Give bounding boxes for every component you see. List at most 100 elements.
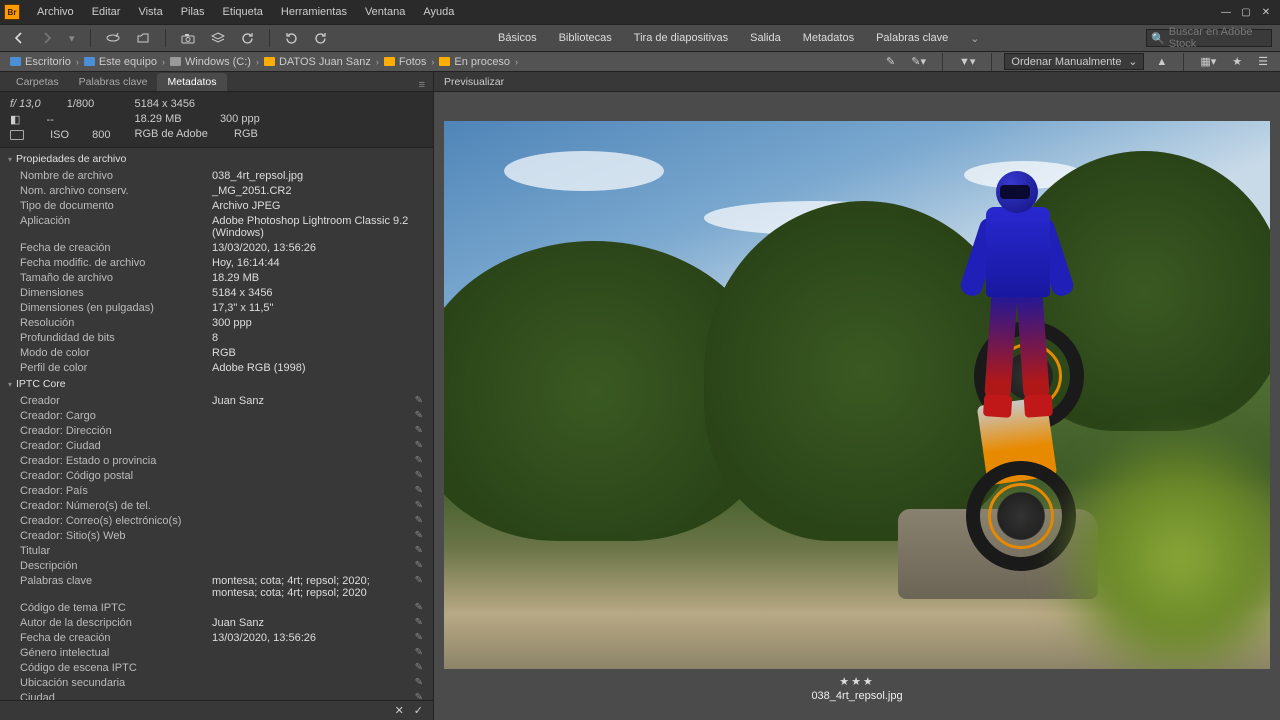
filter-pencil2-icon[interactable]: ✎▾ [907, 53, 930, 70]
close-button[interactable]: ✕ [1256, 4, 1276, 20]
refresh-button[interactable] [236, 29, 259, 48]
ws-more-chevron-icon[interactable]: ⌄ [968, 28, 981, 49]
tab-palabras[interactable]: Palabras clave [69, 73, 158, 91]
sort-asc-icon[interactable]: ▲ [1152, 54, 1171, 70]
meta-row[interactable]: Creador: Dirección✎ [0, 423, 433, 438]
meta-row[interactable]: Ciudad✎ [0, 690, 433, 700]
minimize-button[interactable]: — [1216, 4, 1236, 20]
meta-row[interactable]: Fecha de creación13/03/2020, 13:56:26✎ [0, 630, 433, 645]
meta-value[interactable]: Juan Sanz [212, 617, 433, 629]
crumb-windows[interactable]: Windows (C:) [168, 56, 253, 68]
meta-row[interactable]: Creador: Código postal✎ [0, 468, 433, 483]
menu-archivo[interactable]: Archivo [28, 2, 83, 22]
filter-pencil-icon[interactable]: ✎ [882, 53, 899, 70]
meta-label: Nom. archivo conserv. [20, 185, 212, 197]
meta-row[interactable]: Creador: Correo(s) electrónico(s)✎ [0, 513, 433, 528]
preview-area[interactable]: ★★★ 038_4rt_repsol.jpg [434, 92, 1280, 720]
meta-row[interactable]: Descripción✎ [0, 558, 433, 573]
rotate-ccw-button[interactable] [280, 29, 303, 48]
ws-bibliotecas[interactable]: Bibliotecas [557, 28, 614, 49]
meta-row[interactable]: Creador: Cargo✎ [0, 408, 433, 423]
maximize-button[interactable]: ▢ [1236, 4, 1256, 20]
menu-editar[interactable]: Editar [83, 2, 130, 22]
meta-row[interactable]: CreadorJuan Sanz✎ [0, 393, 433, 408]
meta-row[interactable]: Código de tema IPTC✎ [0, 600, 433, 615]
tab-carpetas[interactable]: Carpetas [6, 73, 69, 91]
sort-dropdown[interactable]: Ordenar Manualmente⌄ [1004, 53, 1144, 70]
pencil-icon[interactable]: ✎ [415, 632, 423, 643]
list-icon[interactable]: ☰ [1254, 53, 1272, 70]
meta-row[interactable]: Género intelectual✎ [0, 645, 433, 660]
funnel-icon[interactable]: ▼▾ [955, 53, 979, 70]
meta-row[interactable]: Creador: Sitio(s) Web✎ [0, 528, 433, 543]
meta-row[interactable]: Ubicación secundaria✎ [0, 675, 433, 690]
exposure-icon: ◧ [10, 113, 20, 126]
pencil-icon[interactable]: ✎ [415, 545, 423, 556]
tab-metadatos[interactable]: Metadatos [157, 73, 226, 91]
pencil-icon[interactable]: ✎ [415, 530, 423, 541]
pencil-icon[interactable]: ✎ [415, 560, 423, 571]
crumb-enproceso[interactable]: En proceso [437, 56, 512, 68]
nav-chevron-icon[interactable]: ▾ [64, 29, 80, 48]
pencil-icon[interactable]: ✎ [415, 515, 423, 526]
ws-tira[interactable]: Tira de diapositivas [632, 28, 730, 49]
apply-icon[interactable]: ✓ [414, 704, 423, 717]
meta-row[interactable]: Creador: Número(s) de tel.✎ [0, 498, 433, 513]
meta-row[interactable]: Creador: Ciudad✎ [0, 438, 433, 453]
pencil-icon[interactable]: ✎ [415, 647, 423, 658]
pencil-icon[interactable]: ✎ [415, 575, 423, 586]
crumb-datos[interactable]: DATOS Juan Sanz [262, 56, 373, 68]
layers-button[interactable] [206, 29, 230, 47]
pencil-icon[interactable]: ✎ [415, 395, 423, 406]
meta-row[interactable]: Creador: País✎ [0, 483, 433, 498]
pencil-icon[interactable]: ✎ [415, 662, 423, 673]
menu-pilas[interactable]: Pilas [172, 2, 214, 22]
pencil-icon[interactable]: ✎ [415, 677, 423, 688]
pencil-icon[interactable]: ✎ [415, 485, 423, 496]
meta-value[interactable]: 13/03/2020, 13:56:26 [212, 632, 433, 644]
camera-import-button[interactable] [176, 30, 200, 47]
ws-salida[interactable]: Salida [748, 28, 783, 49]
menu-vista[interactable]: Vista [129, 2, 171, 22]
search-input[interactable]: 🔍 Buscar en Adobe Stock [1146, 29, 1272, 47]
section-iptc-core[interactable]: IPTC Core [0, 375, 433, 393]
panel-menu-icon[interactable]: ≡ [411, 79, 433, 91]
pencil-icon[interactable]: ✎ [415, 440, 423, 451]
meta-row[interactable]: Autor de la descripciónJuan Sanz✎ [0, 615, 433, 630]
ws-basicos[interactable]: Básicos [496, 28, 539, 49]
nav-forward-button[interactable] [36, 29, 58, 47]
star-filter-icon[interactable]: ★ [1228, 53, 1246, 70]
reveal-button[interactable] [101, 29, 125, 47]
meta-label: Creador: Estado o provincia [20, 455, 212, 467]
crumb-equipo[interactable]: Este equipo [82, 56, 159, 68]
crumb-fotos[interactable]: Fotos [382, 56, 429, 68]
pencil-icon[interactable]: ✎ [415, 692, 423, 701]
meta-row[interactable]: Código de escena IPTC✎ [0, 660, 433, 675]
pencil-icon[interactable]: ✎ [415, 602, 423, 613]
thumbs-icon[interactable]: ▦▾ [1196, 53, 1220, 70]
menu-etiqueta[interactable]: Etiqueta [214, 2, 272, 22]
menu-ventana[interactable]: Ventana [356, 2, 414, 22]
ws-palabras[interactable]: Palabras clave [874, 28, 950, 49]
cancel-icon[interactable]: ✕ [395, 704, 404, 717]
pencil-icon[interactable]: ✎ [415, 425, 423, 436]
meta-row[interactable]: Titular✎ [0, 543, 433, 558]
menu-herramientas[interactable]: Herramientas [272, 2, 356, 22]
pencil-icon[interactable]: ✎ [415, 617, 423, 628]
pencil-icon[interactable]: ✎ [415, 455, 423, 466]
meta-value[interactable]: montesa; cota; 4rt; repsol; 2020; montes… [212, 575, 433, 599]
meta-row[interactable]: Palabras clavemontesa; cota; 4rt; repsol… [0, 573, 433, 600]
boomerang-button[interactable] [131, 29, 155, 47]
section-file-props[interactable]: Propiedades de archivo [0, 150, 433, 168]
pencil-icon[interactable]: ✎ [415, 470, 423, 481]
meta-row[interactable]: Creador: Estado o provincia ✎ [0, 453, 433, 468]
nav-back-button[interactable] [8, 29, 30, 47]
ws-metadatos[interactable]: Metadatos [801, 28, 856, 49]
pencil-icon[interactable]: ✎ [415, 500, 423, 511]
menu-ayuda[interactable]: Ayuda [414, 2, 463, 22]
rating-stars[interactable]: ★★★ [839, 675, 875, 688]
pencil-icon[interactable]: ✎ [415, 410, 423, 421]
meta-value[interactable]: Juan Sanz [212, 395, 433, 407]
rotate-cw-button[interactable] [309, 29, 332, 48]
crumb-escritorio[interactable]: Escritorio [8, 56, 73, 68]
